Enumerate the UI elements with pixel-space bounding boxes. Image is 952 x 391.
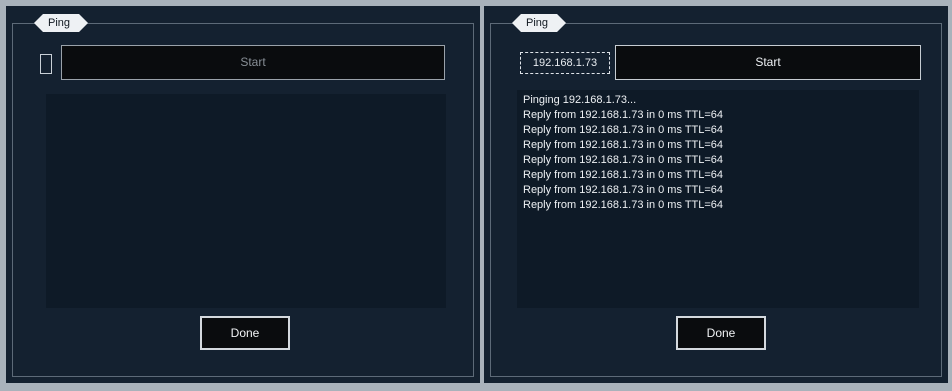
start-button[interactable]: Start	[615, 45, 921, 80]
output-lines	[46, 94, 446, 97]
done-button[interactable]: Done	[676, 316, 766, 350]
ping-dialog-results: Ping 192.168.1.73 Start Pinging 192.168.…	[484, 6, 948, 383]
output-line: Reply from 192.168.1.73 in 0 ms TTL=64	[523, 199, 724, 211]
output-lines: Pinging 192.168.1.73... Reply from 192.16…	[517, 90, 919, 213]
output-line: Reply from 192.168.1.73 in 0 ms TTL=64	[523, 109, 724, 121]
output-line: Reply from 192.168.1.73 in 0 ms TTL=64	[523, 169, 724, 181]
output-line: Reply from 192.168.1.73 in 0 ms TTL=64	[523, 124, 724, 136]
ping-output-area: Pinging 192.168.1.73... Reply from 192.16…	[517, 90, 919, 308]
dialog-title: Ping	[512, 14, 566, 32]
dialog-title: Ping	[34, 14, 88, 32]
ip-address-input[interactable]: 192.168.1.73	[520, 52, 610, 74]
done-button[interactable]: Done	[200, 316, 290, 350]
output-line: Reply from 192.168.1.73 in 0 ms TTL=64	[523, 184, 724, 196]
output-line: Pinging 192.168.1.73...	[523, 94, 637, 106]
ping-output-area	[46, 94, 446, 308]
ping-dialog-empty: Ping Start Done	[6, 6, 480, 383]
output-line: Reply from 192.168.1.73 in 0 ms TTL=64	[523, 139, 724, 151]
output-line: Reply from 192.168.1.73 in 0 ms TTL=64	[523, 154, 724, 166]
start-button[interactable]: Start	[61, 45, 445, 80]
ip-address-input[interactable]	[40, 54, 52, 74]
